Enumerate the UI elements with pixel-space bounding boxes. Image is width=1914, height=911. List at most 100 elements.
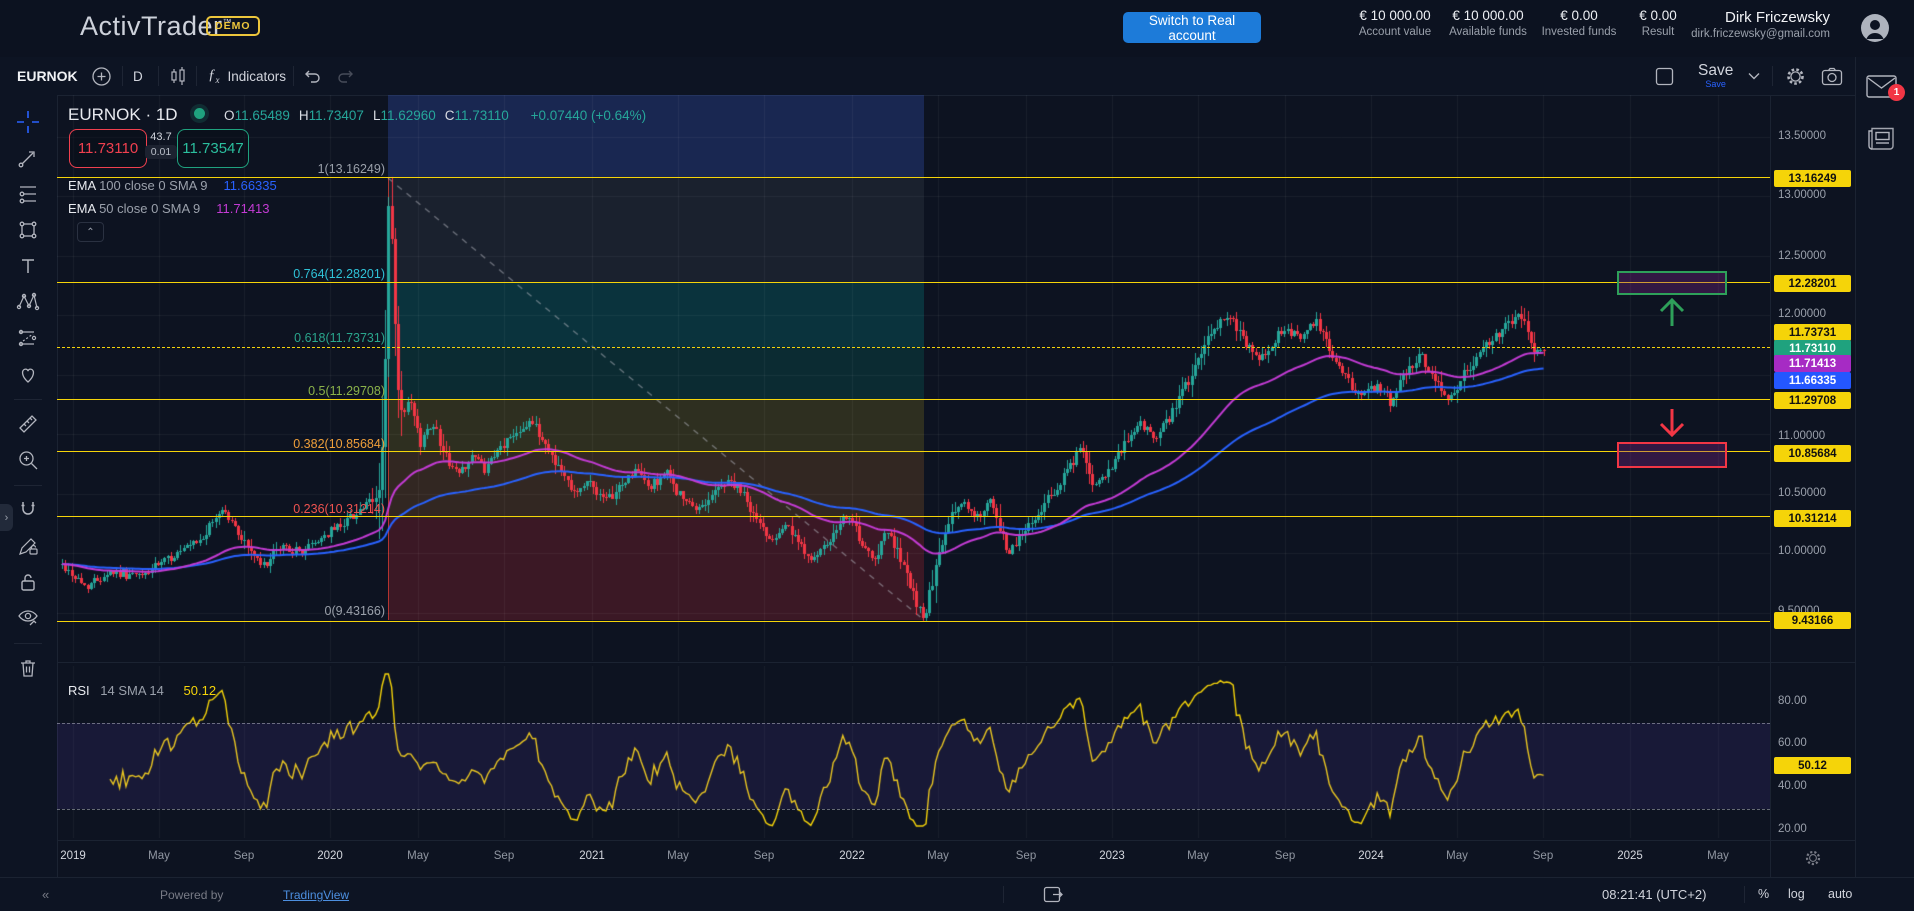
switch-to-real-account-button[interactable]: Switch to Real account	[1123, 12, 1261, 43]
lock-all-icon[interactable]	[11, 565, 45, 599]
price-badge-yellow: 11.73731	[1774, 324, 1851, 341]
divider	[293, 66, 294, 86]
horizontal-line-11.29708[interactable]	[57, 399, 1770, 400]
divider	[196, 66, 197, 86]
price-badge-yellow: 12.28201	[1774, 275, 1851, 292]
rsi-tick: 60.00	[1778, 737, 1807, 749]
news-icon[interactable]	[1867, 126, 1896, 151]
text-tool-icon[interactable]	[11, 249, 45, 283]
demand-target-box[interactable]	[1617, 442, 1727, 468]
interval-button[interactable]: D	[133, 57, 143, 95]
collapse-legend-button[interactable]: ⌃	[77, 222, 104, 242]
tradingview-link[interactable]: TradingView	[283, 888, 349, 902]
emoji-tool-icon[interactable]	[11, 357, 45, 391]
divider	[14, 485, 42, 486]
date-label: Sep	[754, 850, 774, 862]
rsi-band	[57, 723, 1770, 809]
divider	[1772, 66, 1773, 86]
time-axis-border	[57, 840, 1855, 841]
stat-value: € 10 000.00	[1448, 8, 1528, 23]
top-header: ActivTrader™ DEMO Switch to Real account…	[0, 0, 1914, 58]
price-tick: 13.00000	[1778, 189, 1826, 201]
save-label: Save	[1698, 63, 1733, 79]
ohlc-value: 11.65489	[235, 108, 290, 123]
pip-value: 0.01	[145, 145, 177, 159]
rsi-tick: 20.00	[1778, 823, 1807, 835]
indicator-params: 50 close 0 SMA 9	[95, 201, 200, 216]
mail-icon[interactable]: 1	[1866, 75, 1897, 98]
layout-grid-icon[interactable]	[1655, 57, 1674, 95]
clock: 08:21:41 (UTC+2)	[1602, 887, 1706, 902]
user-info[interactable]: Dirk Friczewsky dirk.friczewsky@gmail.co…	[1691, 9, 1830, 40]
axis-settings-gear-icon[interactable]	[1804, 849, 1822, 867]
date-label: Sep	[494, 850, 514, 862]
ask-button[interactable]: 11.73547	[177, 129, 249, 168]
drawing-lock-icon[interactable]	[11, 529, 45, 563]
remove-drawings-icon[interactable]	[11, 651, 45, 685]
price-tick: 11.00000	[1778, 430, 1825, 442]
percent-scale-button[interactable]: %	[1758, 887, 1769, 901]
horizontal-line-10.85684[interactable]	[57, 451, 1770, 452]
horizontal-line-11.73731[interactable]	[57, 347, 1770, 348]
fib-retracement-icon[interactable]	[11, 177, 45, 211]
auto-scale-button[interactable]: auto	[1828, 887, 1852, 901]
avatar[interactable]	[1860, 13, 1890, 43]
symbol-button[interactable]: EURNOK	[17, 57, 78, 95]
hide-drawings-icon[interactable]	[11, 601, 45, 635]
date-label: 2023	[1099, 850, 1125, 862]
undo-icon[interactable]	[303, 57, 321, 95]
ruler-icon[interactable]	[11, 407, 45, 441]
date-label: May	[667, 850, 689, 862]
chart-style-icon[interactable]	[169, 57, 187, 95]
log-scale-button[interactable]: log	[1788, 887, 1805, 901]
geometric-shapes-icon[interactable]	[11, 213, 45, 247]
crosshair-icon[interactable]	[11, 105, 45, 139]
date-label: Sep	[1533, 850, 1553, 862]
fx-icon: ƒx	[208, 67, 220, 85]
horizontal-line-12.28201[interactable]	[57, 282, 1770, 283]
bid-button[interactable]: 11.73110	[69, 129, 147, 168]
price-badge-purple: 11.71413	[1774, 355, 1851, 372]
divider	[158, 66, 159, 86]
add-symbol-icon[interactable]	[92, 57, 111, 95]
legend-symbol-row: EURNOK · 1D O11.65489H11.73407L11.62960C…	[68, 105, 646, 125]
divider	[14, 399, 42, 400]
price-chart-canvas[interactable]	[57, 95, 1770, 661]
expand-tools-tab[interactable]: ›	[0, 504, 13, 531]
date-label: 2021	[579, 850, 605, 862]
horizontal-line-9.43166[interactable]	[57, 621, 1770, 622]
rsi-tick: 40.00	[1778, 780, 1807, 792]
demo-badge: DEMO	[206, 16, 260, 36]
trend-line-icon[interactable]	[11, 141, 45, 175]
settings-gear-icon[interactable]	[1785, 57, 1806, 95]
save-menu-chevron-icon[interactable]	[1748, 57, 1760, 95]
fib-label: 0(9.43166)	[325, 604, 385, 618]
indicator-params: 100 close 0 SMA 9	[95, 178, 207, 193]
screenshot-camera-icon[interactable]	[1821, 57, 1843, 95]
user-name: Dirk Friczewsky	[1691, 9, 1830, 26]
date-label: May	[148, 850, 170, 862]
date-label: 2020	[317, 850, 343, 862]
forecast-tool-icon[interactable]	[11, 321, 45, 355]
indicator-value: 11.71413	[216, 201, 269, 216]
go-to-date-icon[interactable]	[1043, 885, 1064, 904]
supply-target-box[interactable]	[1617, 271, 1727, 295]
collapse-left-panel-icon[interactable]: «	[42, 887, 49, 902]
xabcd-pattern-icon[interactable]	[11, 285, 45, 319]
pane-divider[interactable]	[57, 662, 1855, 663]
indicator-row[interactable]: EMA 100 close 0 SMA 911.66335	[68, 178, 277, 193]
rsi-tick: 80.00	[1778, 695, 1807, 707]
zoom-in-icon[interactable]	[11, 443, 45, 477]
magnet-icon[interactable]	[11, 493, 45, 527]
indicators-button[interactable]: ƒx Indicators	[208, 57, 286, 95]
down-arrow-icon[interactable]	[1659, 409, 1685, 437]
up-arrow-icon[interactable]	[1658, 298, 1686, 327]
date-label: May	[1187, 850, 1209, 862]
horizontal-line-13.16249[interactable]	[57, 177, 1770, 178]
redo-icon[interactable]	[337, 57, 355, 95]
indicator-row[interactable]: EMA 50 close 0 SMA 911.71413	[68, 201, 270, 216]
legend-symbol[interactable]: EURNOK · 1D	[68, 105, 178, 124]
fib-label: 1(13.16249)	[318, 162, 385, 176]
save-button[interactable]: Save Save	[1698, 57, 1733, 95]
horizontal-line-10.31214[interactable]	[57, 516, 1770, 517]
